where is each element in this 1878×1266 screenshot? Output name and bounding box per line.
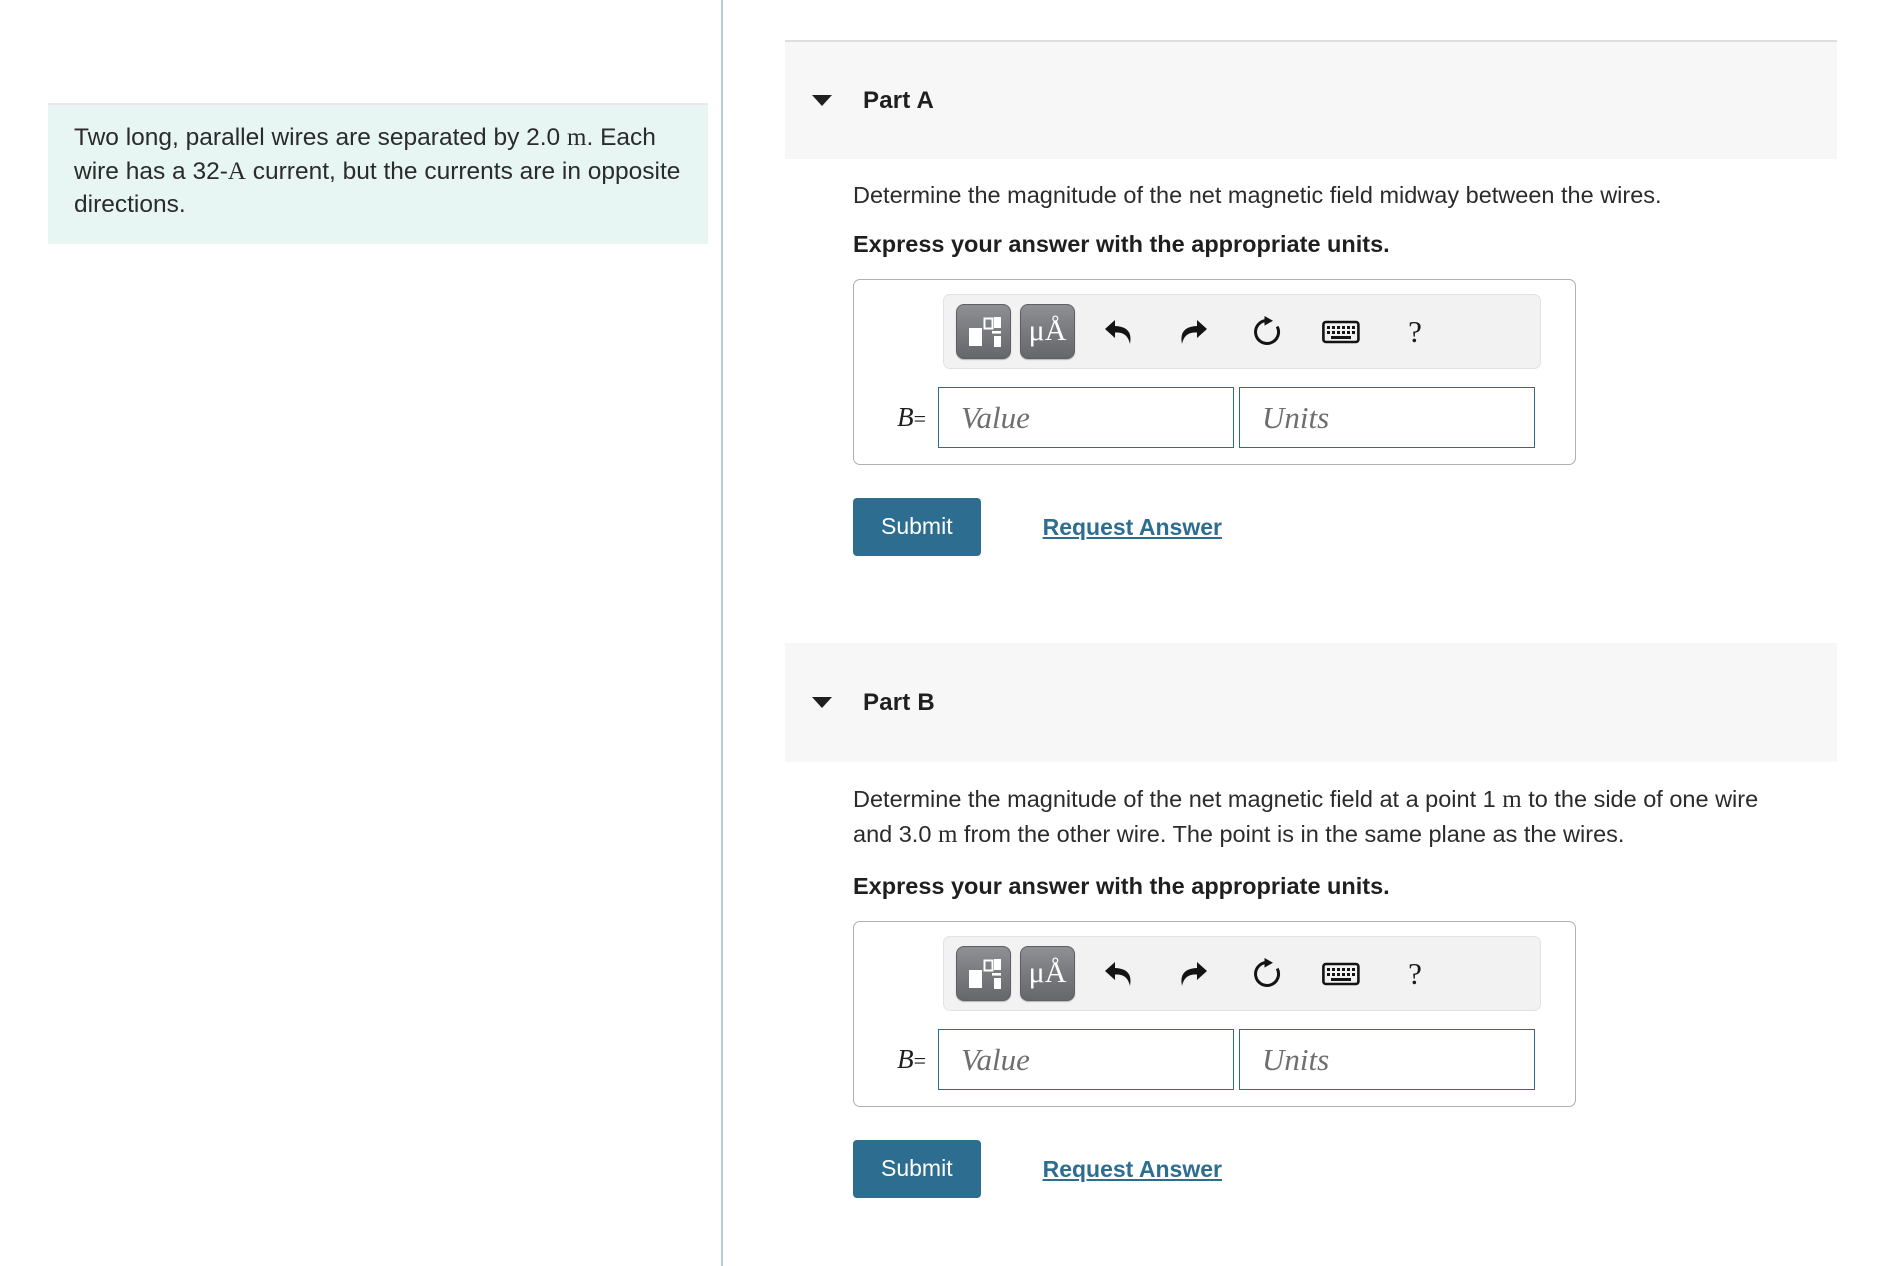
part-b-units-placeholder: Units — [1262, 1041, 1330, 1077]
units-mu-angstrom-icon[interactable]: μÅ — [1020, 304, 1075, 359]
part-a-units-input[interactable]: Units — [1239, 387, 1535, 448]
help-label: ? — [1408, 955, 1422, 991]
part-a-body: Determine the magnitude of the net magne… — [785, 178, 1878, 556]
problem-text-1: Two long, parallel wires are separated b… — [74, 124, 567, 151]
redo-icon[interactable] — [1167, 304, 1219, 359]
reset-icon[interactable] — [1241, 304, 1293, 359]
part-a-request-answer-link[interactable]: Request Answer — [1043, 514, 1222, 541]
units-button-label: μÅ — [1028, 313, 1067, 347]
keyboard-icon[interactable] — [1315, 946, 1367, 1001]
problem-pane: Two long, parallel wires are separated b… — [0, 0, 723, 1266]
part-a-input-row: B= Value Units — [854, 387, 1575, 448]
part-b-variable-label: B= — [876, 1044, 938, 1075]
unit-amperes: A — [227, 157, 246, 185]
undo-icon[interactable] — [1093, 304, 1145, 359]
keyboard-icon[interactable] — [1315, 304, 1367, 359]
part-b-input-row: B= Value Units — [854, 1029, 1575, 1090]
unit-meters-2: m — [937, 821, 958, 848]
assignment-page: Two long, parallel wires are separated b… — [0, 0, 1878, 1266]
part-a-value-placeholder: Value — [961, 399, 1030, 435]
part-b-body: Determine the magnitude of the net magne… — [785, 782, 1878, 1198]
part-b-answer-widget: μÅ ? B= Value Units — [853, 921, 1576, 1107]
part-b-question-post: from the other wire. The point is in the… — [957, 821, 1625, 847]
problem-statement-text: Two long, parallel wires are separated b… — [74, 121, 682, 222]
part-a-units-placeholder: Units — [1262, 399, 1330, 435]
undo-icon[interactable] — [1093, 946, 1145, 1001]
part-a-header[interactable]: Part A — [785, 40, 1837, 159]
redo-icon[interactable] — [1167, 946, 1219, 1001]
unit-meters-1: m — [1502, 786, 1522, 813]
part-b-question: Determine the magnitude of the net magne… — [785, 782, 1795, 852]
part-b-value-placeholder: Value — [961, 1041, 1030, 1077]
part-b-actions: Submit Request Answer — [853, 1140, 1878, 1198]
part-a-answer-widget: μÅ ? B= Value Units — [853, 279, 1576, 465]
reset-icon[interactable] — [1241, 946, 1293, 1001]
units-mu-angstrom-icon[interactable]: μÅ — [1020, 946, 1075, 1001]
part-b-math-toolbar: μÅ ? — [943, 936, 1541, 1011]
chevron-down-icon[interactable] — [812, 697, 832, 708]
part-b-instruction: Express your answer with the appropriate… — [853, 873, 1390, 899]
units-button-label: μÅ — [1028, 955, 1067, 989]
part-b-request-answer-link[interactable]: Request Answer — [1043, 1156, 1222, 1183]
part-b-title: Part B — [863, 688, 935, 716]
part-b-units-input[interactable]: Units — [1239, 1029, 1535, 1090]
part-a-value-input[interactable]: Value — [938, 387, 1234, 448]
chevron-down-icon[interactable] — [812, 95, 832, 106]
help-icon[interactable]: ? — [1389, 304, 1441, 359]
variable-b: B — [897, 402, 914, 432]
equals-sign: = — [913, 1048, 926, 1073]
equals-sign: = — [913, 406, 926, 431]
part-a-question: Determine the magnitude of the net magne… — [853, 182, 1662, 208]
help-label: ? — [1408, 313, 1422, 349]
part-b-submit-button[interactable]: Submit — [853, 1140, 981, 1198]
part-a-title: Part A — [863, 86, 934, 114]
problem-statement: Two long, parallel wires are separated b… — [48, 103, 708, 244]
math-template-icon[interactable] — [956, 946, 1011, 1001]
part-b-question-pre: Determine the magnitude of the net magne… — [853, 786, 1503, 812]
part-a-math-toolbar: μÅ ? — [943, 294, 1541, 369]
part-a-submit-button[interactable]: Submit — [853, 498, 981, 556]
variable-b: B — [897, 1044, 914, 1074]
unit-meters: m — [567, 124, 587, 151]
help-icon[interactable]: ? — [1389, 946, 1441, 1001]
part-b-header[interactable]: Part B — [785, 643, 1837, 762]
part-a-actions: Submit Request Answer — [853, 498, 1878, 556]
part-b-value-input[interactable]: Value — [938, 1029, 1234, 1090]
answer-pane: Part A Determine the magnitude of the ne… — [723, 0, 1878, 1266]
part-a-instruction: Express your answer with the appropriate… — [853, 231, 1390, 257]
part-a-variable-label: B= — [876, 402, 938, 433]
math-template-icon[interactable] — [956, 304, 1011, 359]
